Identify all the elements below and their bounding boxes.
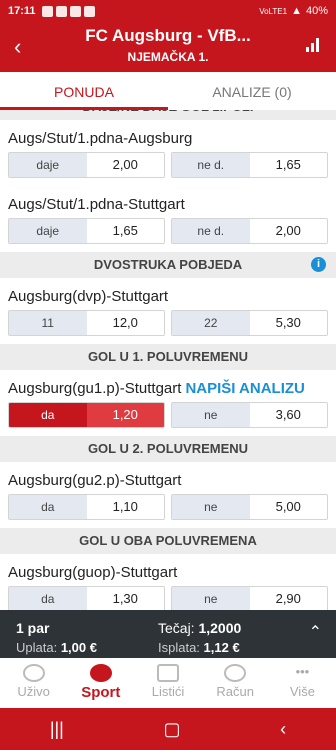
odd-button[interactable]: da 1,10 — [8, 494, 165, 520]
status-time: 17:11 — [8, 5, 36, 17]
odd-button[interactable]: daje 1,65 — [8, 218, 165, 244]
odd-label: ne d. — [172, 153, 250, 177]
live-icon — [22, 664, 45, 682]
signal-icon: ▲ — [291, 5, 302, 17]
odd-value: 2,90 — [249, 587, 327, 610]
chevron-up-icon[interactable]: ⌃ — [309, 622, 322, 642]
battery-level: 40% — [305, 5, 328, 17]
odd-value: 5,30 — [249, 311, 327, 335]
odd-label: da — [9, 403, 87, 427]
market-row: Augsburg(dvp)-Stuttgart 11 12,0 22 5,30 — [0, 278, 336, 344]
recents-icon[interactable]: ||| — [50, 719, 64, 740]
odd-label: ne — [172, 403, 250, 427]
odd-value: 2,00 — [86, 153, 164, 177]
back-icon[interactable]: ‹ — [280, 719, 286, 740]
nav-uzivo[interactable]: Uživo — [0, 658, 67, 708]
odd-value: 5,00 — [249, 495, 327, 519]
tab-bar: PONUDA ANALIZE (0) — [0, 72, 336, 110]
odd-label: ne d. — [172, 219, 250, 243]
market-row: Augsburg(gu2.p)-Stuttgart da 1,10 ne 5,00 — [0, 462, 336, 528]
section-header: DVOSTRUKA POBJEDA i — [0, 252, 336, 278]
betslip-bar[interactable]: 1 par Uplata: 1,00 € Tečaj: 1,2000 Ispla… — [0, 610, 336, 658]
app-header: ‹ FC Augsburg - VfB... NJEMAČKA 1. — [0, 22, 336, 72]
market-name: Augs/Stut/1.pdna-Stuttgart — [8, 196, 185, 213]
odd-value: 2,00 — [249, 219, 327, 243]
odd-button[interactable]: ne 5,00 — [171, 494, 328, 520]
write-analysis-link[interactable]: NAPIŠI ANALIZU — [185, 380, 304, 397]
notification-icons — [41, 5, 95, 17]
odd-value: 1,30 — [86, 587, 164, 610]
section-header: GOL U 2. POLUVREMENU — [0, 436, 336, 462]
football-icon — [89, 664, 112, 682]
odd-label: daje — [9, 153, 87, 177]
odd-label: 22 — [172, 311, 250, 335]
odd-label: da — [9, 495, 87, 519]
account-icon — [224, 664, 247, 682]
odd-label: ne — [172, 587, 250, 610]
market-row: Augs/Stut/1.pdna-Augsburg daje 2,00 ne d.… — [0, 120, 336, 186]
odd-value: 1,10 — [86, 495, 164, 519]
league-subtitle: NJEMAČKA 1. — [127, 50, 209, 64]
tab-ponuda[interactable]: PONUDA — [0, 72, 168, 110]
odd-button[interactable]: daje 2,00 — [8, 152, 165, 178]
home-icon[interactable]: ▢ — [163, 719, 180, 740]
odd-label: 11 — [9, 311, 87, 335]
market-name: Augsburg(guop)-Stuttgart — [8, 564, 178, 581]
market-row: Augsburg(guop)-Stuttgart da 1,30 ne 2,90 — [0, 554, 336, 610]
odd-value: 3,60 — [249, 403, 327, 427]
market-name: Augsburg(gu1.p)-Stuttgart NAPIŠI ANALIZU — [8, 380, 305, 397]
page-title: FC Augsburg - VfB... — [85, 26, 251, 45]
market-row: Augs/Stut/1.pdna-Stuttgart daje 1,65 ne d… — [0, 186, 336, 252]
odd-button[interactable]: ne d. 2,00 — [171, 218, 328, 244]
odd-value: 1,65 — [86, 219, 164, 243]
market-name: Augsburg(gu2.p)-Stuttgart — [8, 472, 182, 489]
nav-racun[interactable]: Račun — [202, 658, 269, 708]
betslip-pairs: 1 par — [16, 620, 50, 636]
odd-value: 12,0 — [86, 311, 164, 335]
market-row: Augsburg(gu1.p)-Stuttgart NAPIŠI ANALIZU … — [0, 370, 336, 436]
odd-button[interactable]: ne 3,60 — [171, 402, 328, 428]
odd-button[interactable]: ne 2,90 — [171, 586, 328, 610]
section-header: GOL U OBA POLUVREMENA — [0, 528, 336, 554]
status-bar: 17:11 VoLTE1 ▲ 40% — [0, 0, 336, 22]
section-title: DVOSTRUKA POBJEDA — [93, 257, 243, 272]
nav-vise[interactable]: ••• Više — [269, 658, 336, 708]
system-navigation: ||| ▢ ‹ — [0, 708, 336, 750]
nav-listici[interactable]: Listići — [134, 658, 201, 708]
tab-analize[interactable]: ANALIZE (0) — [168, 72, 336, 110]
more-icon: ••• — [295, 664, 310, 679]
betslip-stake: Uplata: 1,00 € — [16, 640, 97, 655]
ticket-icon — [157, 664, 179, 682]
odd-button-selected[interactable]: da 1,20 — [8, 402, 165, 428]
network-label: VoLTE1 — [259, 6, 288, 16]
odd-value: 1,65 — [249, 153, 327, 177]
offer-list[interactable]: DAJE/NE DAJE GOL 1.POL. Augs/Stut/1.pdna… — [0, 110, 336, 610]
odd-label: ne — [172, 495, 250, 519]
section-header: GOL U 1. POLUVREMENU — [0, 344, 336, 370]
betslip-odds: Tečaj: 1,2000 — [158, 620, 242, 636]
bottom-navigation: Uživo Sport Listići Račun ••• Više — [0, 658, 336, 708]
odd-value: 1,20 — [86, 403, 164, 427]
betslip-payout: Isplata: 1,12 € — [158, 640, 240, 655]
market-name: Augsburg(dvp)-Stuttgart — [8, 288, 169, 305]
market-name: Augs/Stut/1.pdna-Augsburg — [8, 130, 193, 147]
odd-button[interactable]: 22 5,30 — [171, 310, 328, 336]
odd-label: da — [9, 587, 87, 610]
info-icon[interactable]: i — [311, 257, 326, 272]
nav-sport[interactable]: Sport — [67, 658, 134, 708]
odd-button[interactable]: ne d. 1,65 — [171, 152, 328, 178]
section-header: DAJE/NE DAJE GOL 1.POL. — [0, 110, 336, 120]
odd-button[interactable]: da 1,30 — [8, 586, 165, 610]
statistics-icon[interactable] — [306, 38, 320, 52]
odd-button[interactable]: 11 12,0 — [8, 310, 165, 336]
odd-label: daje — [9, 219, 87, 243]
